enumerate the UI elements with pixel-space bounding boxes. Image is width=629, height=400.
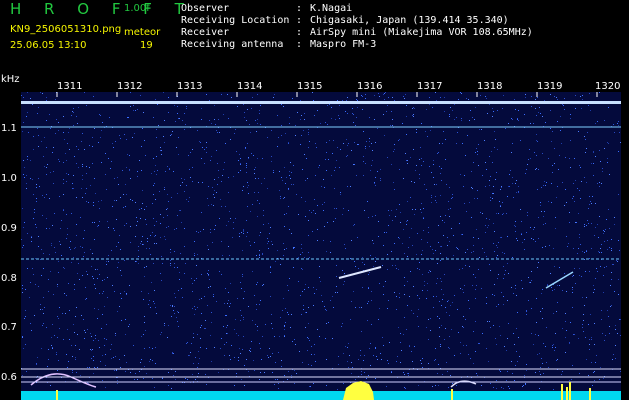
y-tick-label: 0.9 — [1, 223, 17, 234]
carrier-line — [21, 101, 621, 104]
noise-floor-band — [21, 391, 621, 400]
receiver-row: Receiver: AirSpy mini (Miakejima VOR 108… — [181, 27, 533, 39]
separator: : — [296, 3, 309, 14]
x-tick-label: 1314 — [237, 81, 263, 92]
app-title: H R O F F T — [10, 0, 193, 18]
app-version: 1.00f — [124, 3, 150, 14]
observer-value: K.Nagai — [310, 3, 353, 14]
mode-label: meteor — [124, 27, 161, 38]
meteor-trail — [338, 266, 382, 279]
date-time: 25.06.05 13:10 — [10, 40, 87, 51]
location-value: Chigasaki, Japan (139.414 35.340) — [310, 15, 509, 26]
burst-signal — [343, 381, 374, 400]
meteor-count: 19 — [140, 40, 153, 51]
tick-marks — [56, 92, 598, 97]
x-tick-label: 1316 — [357, 81, 383, 92]
receiver-value: AirSpy mini (Miakejima VOR 108.65MHz) — [310, 27, 533, 38]
observer-key: Observer — [181, 3, 230, 14]
noise-field — [21, 92, 621, 390]
antenna-key: Receiving antenna — [181, 39, 284, 50]
spectrogram-canvas — [21, 92, 621, 400]
station-info: Observer: K.Nagai Receiving Location: Ch… — [181, 3, 533, 51]
axis-unit-label: kHz — [1, 74, 20, 85]
x-tick-label: 1320 — [595, 81, 621, 92]
receiver-key: Receiver — [181, 27, 230, 38]
x-tick-label: 1311 — [57, 81, 83, 92]
y-tick-label: 0.8 — [1, 273, 17, 284]
separator: : — [296, 27, 309, 38]
antenna-row: Receiving antenna: Maspro FM-3 — [181, 39, 533, 51]
y-tick-label: 0.6 — [1, 372, 17, 383]
x-tick-label: 1315 — [297, 81, 323, 92]
file-name: KN9_2506051310.png — [10, 24, 122, 35]
location-row: Receiving Location: Chigasaki, Japan (13… — [181, 15, 533, 27]
separator: : — [296, 15, 309, 26]
location-key: Receiving Location — [181, 15, 290, 26]
spectrogram-waterfall[interactable] — [21, 92, 621, 400]
x-tick-label: 1313 — [177, 81, 203, 92]
antenna-value: Maspro FM-3 — [310, 39, 377, 50]
y-tick-label: 0.7 — [1, 322, 17, 333]
y-tick-label: 1.1 — [1, 123, 17, 134]
separator: : — [296, 39, 309, 50]
y-tick-label: 1.0 — [1, 173, 17, 184]
meteor-echo — [30, 373, 97, 388]
x-tick-label: 1318 — [477, 81, 503, 92]
x-tick-label: 1317 — [417, 81, 443, 92]
x-tick-label: 1319 — [537, 81, 563, 92]
x-tick-label: 1312 — [117, 81, 143, 92]
observer-row: Observer: K.Nagai — [181, 3, 533, 15]
